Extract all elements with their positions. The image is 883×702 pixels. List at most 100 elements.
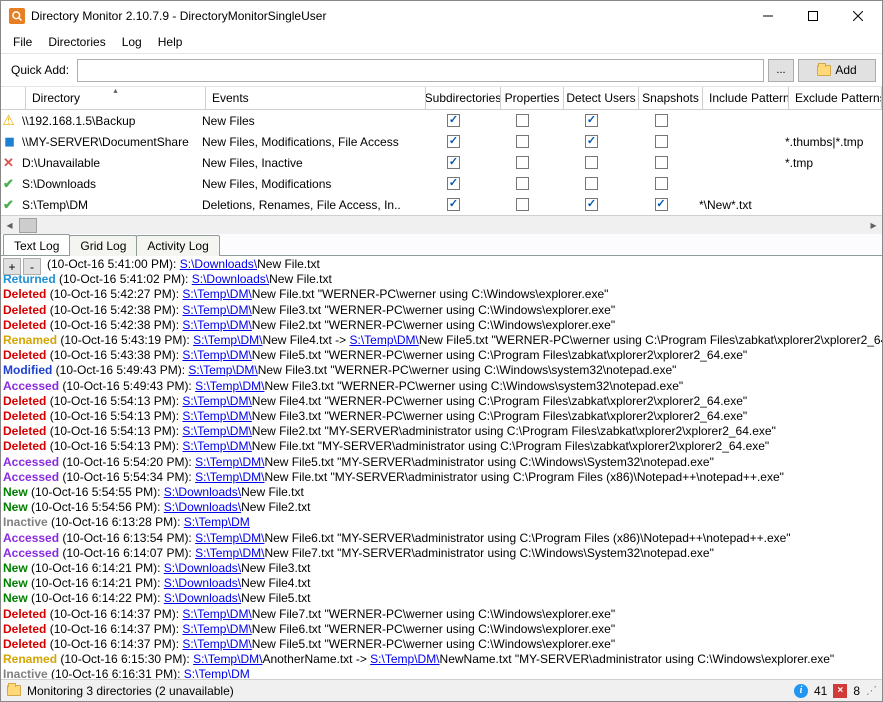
log-path-link[interactable]: S:\Temp\DM\ [182, 318, 251, 332]
menu-help[interactable]: Help [150, 32, 191, 52]
log-path-link[interactable]: S:\Temp\DM [184, 667, 250, 679]
tab-text-log[interactable]: Text Log [3, 234, 70, 255]
log-path-link[interactable]: S:\Temp\DM\ [193, 652, 262, 666]
menu-directories[interactable]: Directories [40, 32, 113, 52]
menu-log[interactable]: Log [114, 32, 150, 52]
cell-properties [491, 135, 554, 148]
add-button[interactable]: Add [798, 59, 876, 82]
log-path-link[interactable]: S:\Temp\DM\ [182, 348, 251, 362]
log-collapse-button[interactable]: - [23, 258, 41, 275]
checkbox[interactable] [585, 156, 598, 169]
cell-detect-users [554, 114, 629, 127]
checkbox[interactable] [585, 135, 598, 148]
log-path-link[interactable]: S:\Downloads\ [180, 257, 257, 271]
cell-subdirectories [416, 135, 491, 148]
resize-grip[interactable]: ⋰ [866, 684, 876, 697]
add-button-label: Add [835, 63, 856, 77]
log-path-link[interactable]: S:\Temp\DM\ [182, 439, 251, 453]
info-icon[interactable]: i [794, 684, 808, 698]
log-path-link[interactable]: S:\Temp\DM\ [349, 333, 418, 347]
log-path-link[interactable]: S:\Temp\DM\ [195, 470, 264, 484]
log-path-link[interactable]: S:\Temp\DM\ [195, 546, 264, 560]
col-detect-users[interactable]: Detect Users [564, 87, 639, 109]
checkbox[interactable] [447, 198, 460, 211]
checkbox[interactable] [447, 114, 460, 127]
log-path-link[interactable]: S:\Downloads\ [164, 591, 241, 605]
log-path-link[interactable]: S:\Downloads\ [164, 500, 241, 514]
minimize-button[interactable] [745, 2, 790, 31]
log-path-link[interactable]: S:\Temp\DM\ [370, 652, 439, 666]
col-events[interactable]: Events [206, 87, 426, 109]
tab-activity-log[interactable]: Activity Log [136, 235, 219, 256]
scroll-thumb[interactable] [19, 218, 37, 233]
col-snapshots[interactable]: Snapshots [639, 87, 703, 109]
error-icon[interactable]: × [833, 684, 847, 698]
checkbox[interactable] [516, 156, 529, 169]
col-include-patterns[interactable]: Include Patterns [703, 87, 789, 109]
log-path-link[interactable]: S:\Temp\DM\ [182, 303, 251, 317]
log-path-link[interactable]: S:\Downloads\ [192, 272, 269, 286]
col-properties[interactable]: Properties [501, 87, 564, 109]
log-line: Returned (10-Oct-16 5:41:02 PM): S:\Down… [3, 272, 880, 287]
log-path-link[interactable]: S:\Temp\DM\ [188, 363, 257, 377]
log-line: New (10-Oct-16 6:14:21 PM): S:\Downloads… [3, 561, 880, 576]
folder-icon [7, 685, 21, 696]
table-row[interactable]: ✔S:\Temp\DMDeletions, Renames, File Acce… [1, 194, 882, 215]
log-path-link[interactable]: S:\Temp\DM\ [182, 287, 251, 301]
log-path-link[interactable]: S:\Temp\DM\ [182, 409, 251, 423]
log-path-link[interactable]: S:\Temp\DM [184, 515, 250, 529]
table-row[interactable]: ✕D:\UnavailableNew Files, Inactive*.tmp [1, 152, 882, 173]
col-status[interactable] [1, 87, 26, 109]
checkbox[interactable] [516, 177, 529, 190]
log-path-link[interactable]: S:\Downloads\ [164, 485, 241, 499]
log-area[interactable]: + - (10-Oct-16 5:41:00 PM): S:\Downloads… [1, 256, 882, 679]
checkbox[interactable] [655, 114, 668, 127]
log-path-link[interactable]: S:\Temp\DM\ [195, 455, 264, 469]
checkbox[interactable] [447, 156, 460, 169]
log-path-link[interactable]: S:\Temp\DM\ [182, 637, 251, 651]
checkbox[interactable] [516, 114, 529, 127]
checkbox[interactable] [447, 177, 460, 190]
checkbox[interactable] [516, 135, 529, 148]
scroll-right-icon[interactable]: ▸ [865, 217, 882, 234]
log-path-link[interactable]: S:\Temp\DM\ [182, 394, 251, 408]
scroll-track[interactable] [18, 217, 865, 234]
checkbox[interactable] [585, 177, 598, 190]
browse-button[interactable]: ... [768, 59, 794, 82]
table-row[interactable]: ✔S:\DownloadsNew Files, Modifications [1, 173, 882, 194]
quick-add-input[interactable] [77, 59, 764, 82]
log-line: New (10-Oct-16 5:54:56 PM): S:\Downloads… [3, 500, 880, 515]
log-path-link[interactable]: S:\Downloads\ [164, 561, 241, 575]
checkbox[interactable] [585, 198, 598, 211]
col-exclude-patterns[interactable]: Exclude Patterns [789, 87, 882, 109]
log-expand-button[interactable]: + [3, 258, 21, 275]
log-controls: + - [3, 258, 41, 275]
log-path-link[interactable]: S:\Temp\DM\ [182, 607, 251, 621]
tab-grid-log[interactable]: Grid Log [69, 235, 137, 256]
close-button[interactable] [835, 2, 880, 31]
scroll-left-icon[interactable]: ◂ [1, 217, 18, 234]
table-row[interactable]: ▮▮\\MY-SERVER\DocumentShareNew Files, Mo… [1, 131, 882, 152]
log-path-link[interactable]: S:\Temp\DM\ [195, 379, 264, 393]
checkbox[interactable] [655, 135, 668, 148]
log-path-link[interactable]: S:\Temp\DM\ [182, 622, 251, 636]
log-path-link[interactable]: S:\Temp\DM\ [195, 531, 264, 545]
log-kind: Accessed [3, 379, 59, 393]
checkbox[interactable] [655, 177, 668, 190]
col-subdirectories[interactable]: Subdirectories [426, 87, 501, 109]
log-tabs: Text Log Grid Log Activity Log [1, 234, 882, 256]
menu-file[interactable]: File [5, 32, 40, 52]
log-path-link[interactable]: S:\Temp\DM\ [182, 424, 251, 438]
checkbox[interactable] [655, 156, 668, 169]
maximize-button[interactable] [790, 2, 835, 31]
checkbox[interactable] [447, 135, 460, 148]
checkbox[interactable] [655, 198, 668, 211]
checkbox[interactable] [585, 114, 598, 127]
log-path-link[interactable]: S:\Downloads\ [164, 576, 241, 590]
checkbox[interactable] [516, 198, 529, 211]
log-path-link[interactable]: S:\Temp\DM\ [193, 333, 262, 347]
cell-directory: D:\Unavailable [16, 156, 196, 170]
col-directory[interactable]: Directory [26, 87, 206, 109]
horizontal-scrollbar[interactable]: ◂ ▸ [1, 215, 882, 234]
table-row[interactable]: ⚠\\192.168.1.5\BackupNew Files [1, 110, 882, 131]
